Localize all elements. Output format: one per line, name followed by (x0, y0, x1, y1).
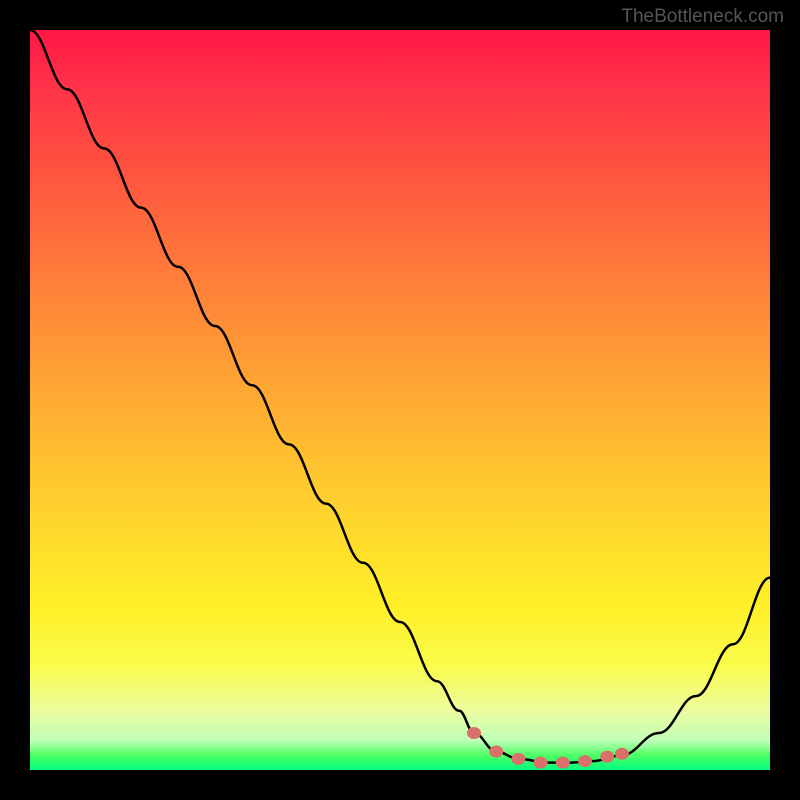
marker-dot (578, 755, 592, 767)
marker-dot (511, 753, 525, 765)
bottleneck-curve (30, 30, 770, 763)
marker-dot (534, 757, 548, 769)
marker-dot (556, 757, 570, 769)
marker-dot (615, 748, 629, 760)
chart-svg (30, 30, 770, 770)
watermark-text: TheBottleneck.com (621, 6, 784, 28)
marker-dot (489, 746, 503, 758)
marker-dot (600, 751, 614, 763)
chart-plot-area (30, 30, 770, 770)
marker-dot (467, 727, 481, 739)
